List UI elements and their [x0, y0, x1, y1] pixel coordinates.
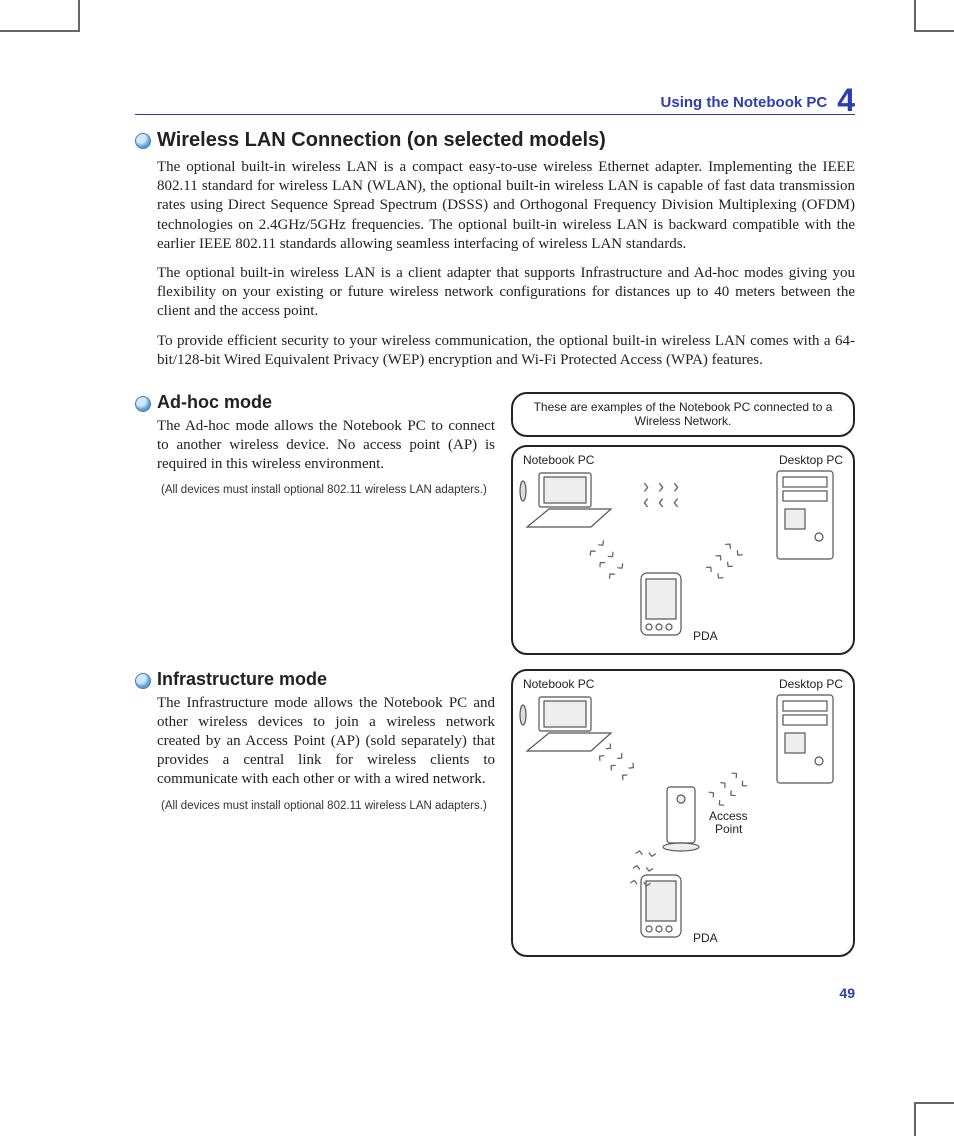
- infra-heading: Infrastructure mode: [157, 669, 327, 690]
- adhoc-note: (All devices must install optional 802.1…: [161, 484, 495, 496]
- pda-illustration: [637, 571, 685, 641]
- wireless-waves-icon: › › ›‹ ‹ ‹: [702, 537, 746, 582]
- diagram-caption: These are examples of the Notebook PC co…: [511, 392, 855, 437]
- chapter-header: Using the Notebook PC 4: [135, 80, 855, 115]
- desktop-illustration: [773, 469, 843, 564]
- globe-icon: [135, 396, 151, 412]
- adhoc-heading: Ad-hoc mode: [157, 392, 272, 413]
- label-desktop: Desktop PC: [779, 453, 843, 467]
- infra-body: The Infrastructure mode allows the Noteb…: [157, 694, 495, 790]
- globe-icon: [135, 673, 151, 689]
- label-pda: PDA: [693, 629, 718, 643]
- adhoc-body: The Ad-hoc mode allows the Notebook PC t…: [157, 417, 495, 475]
- chapter-number: 4: [837, 84, 855, 116]
- wireless-waves-icon: › › ›‹ ‹ ‹: [705, 765, 750, 809]
- label-ap1: Access: [709, 809, 748, 823]
- page-number: 49: [839, 985, 855, 1001]
- adhoc-diagram: Notebook PC Desktop PC PDA: [511, 445, 855, 655]
- infra-diagram: Notebook PC Desktop PC Access Point PDA: [511, 669, 855, 957]
- wireless-waves-icon: › › ›‹ ‹ ‹: [586, 537, 630, 582]
- label-notebook: Notebook PC: [523, 677, 594, 691]
- infra-note: (All devices must install optional 802.1…: [161, 800, 495, 812]
- wireless-waves-icon: › › ›‹ ‹ ‹: [628, 848, 659, 890]
- chapter-title: Using the Notebook PC: [661, 94, 828, 111]
- label-desktop: Desktop PC: [779, 677, 843, 691]
- paragraph: The optional built-in wireless LAN is a …: [157, 158, 855, 254]
- main-heading: Wireless LAN Connection (on selected mod…: [157, 129, 606, 152]
- paragraph: To provide efficient security to your wi…: [157, 332, 855, 370]
- desktop-illustration: [773, 693, 843, 788]
- wireless-waves-icon: › › ›‹ ‹ ‹: [643, 478, 681, 508]
- label-pda: PDA: [693, 931, 718, 945]
- notebook-illustration: [519, 469, 619, 539]
- paragraph: The optional built-in wireless LAN is a …: [157, 264, 855, 322]
- access-point-illustration: [659, 783, 703, 853]
- globe-icon: [135, 133, 151, 149]
- label-notebook: Notebook PC: [523, 453, 594, 467]
- label-ap2: Point: [715, 822, 742, 836]
